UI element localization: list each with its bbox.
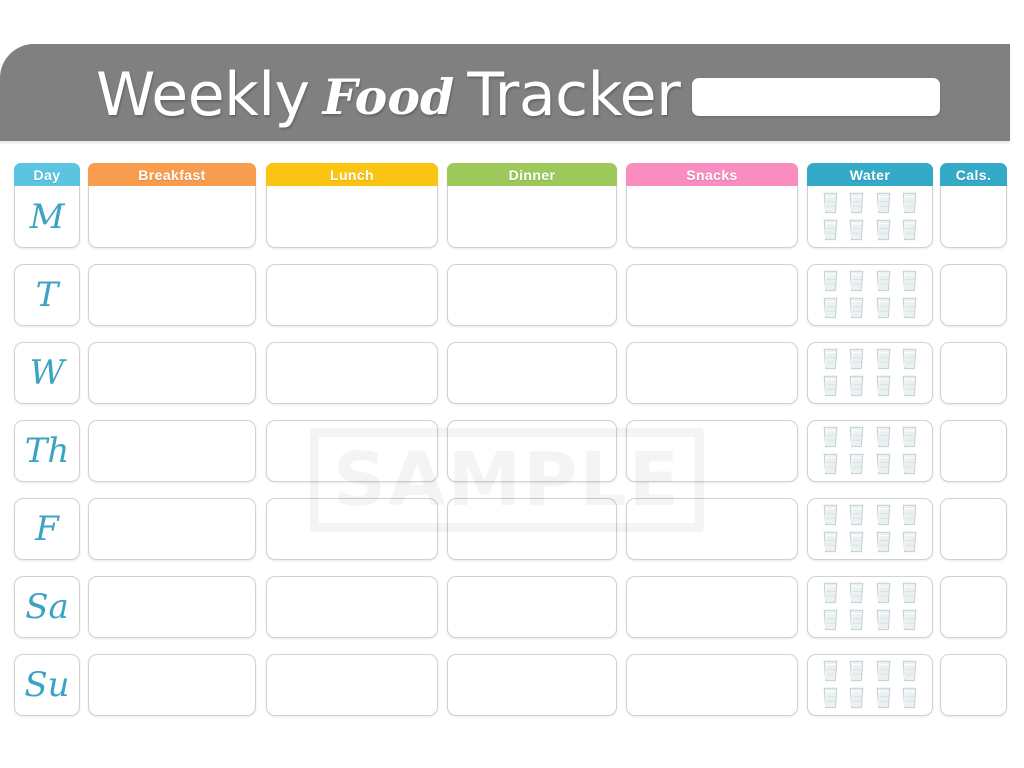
cell-cals-su[interactable] xyxy=(940,654,1007,716)
cell-cals-w[interactable] xyxy=(940,342,1007,404)
cell-snacks-su[interactable] xyxy=(626,654,798,716)
cell-dinner-w[interactable] xyxy=(447,342,617,404)
cell-lunch-f[interactable] xyxy=(266,498,438,560)
cell-breakfast-f[interactable] xyxy=(88,498,256,560)
column-header-label: Water xyxy=(849,166,891,183)
cell-day-th xyxy=(14,420,80,482)
cell-day-f xyxy=(14,498,80,560)
cell-cals-th[interactable] xyxy=(940,420,1007,482)
cell-snacks-w[interactable] xyxy=(626,342,798,404)
cell-dinner-f[interactable] xyxy=(447,498,617,560)
column-header-water: Water xyxy=(807,163,933,186)
cell-lunch-t[interactable] xyxy=(266,264,438,326)
cell-cals-f[interactable] xyxy=(940,498,1007,560)
tracker-grid: Day M T W Th F Sa Su Breakfast Lunch Dinner Snacks W… xyxy=(0,0,1024,768)
column-header-label: Breakfast xyxy=(138,166,206,183)
cell-lunch-th[interactable] xyxy=(266,420,438,482)
cell-day-w xyxy=(14,342,80,404)
cell-water-th[interactable] xyxy=(807,420,933,482)
cell-cals-sa[interactable] xyxy=(940,576,1007,638)
column-header-label: Day xyxy=(33,166,61,183)
cell-snacks-f[interactable] xyxy=(626,498,798,560)
cell-day-sa xyxy=(14,576,80,638)
cell-dinner-th[interactable] xyxy=(447,420,617,482)
column-header-snacks: Snacks xyxy=(626,163,798,186)
cell-lunch-w[interactable] xyxy=(266,342,438,404)
cell-day-t xyxy=(14,264,80,326)
column-header-lunch: Lunch xyxy=(266,163,438,186)
cell-breakfast-su[interactable] xyxy=(88,654,256,716)
cell-water-sa[interactable] xyxy=(807,576,933,638)
cell-breakfast-w[interactable] xyxy=(88,342,256,404)
cell-dinner-sa[interactable] xyxy=(447,576,617,638)
cell-snacks-sa[interactable] xyxy=(626,576,798,638)
cell-dinner-su[interactable] xyxy=(447,654,617,716)
column-header-breakfast: Breakfast xyxy=(88,163,256,186)
cell-water-f[interactable] xyxy=(807,498,933,560)
cell-breakfast-th[interactable] xyxy=(88,420,256,482)
column-header-day: Day xyxy=(14,163,80,186)
cell-dinner-t[interactable] xyxy=(447,264,617,326)
cell-lunch-sa[interactable] xyxy=(266,576,438,638)
cell-snacks-t[interactable] xyxy=(626,264,798,326)
cell-water-su[interactable] xyxy=(807,654,933,716)
cell-snacks-th[interactable] xyxy=(626,420,798,482)
cell-cals-t[interactable] xyxy=(940,264,1007,326)
cell-water-w[interactable] xyxy=(807,342,933,404)
cell-day-su xyxy=(14,654,80,716)
cell-water-t[interactable] xyxy=(807,264,933,326)
column-header-label: Dinner xyxy=(508,166,556,183)
column-header-label: Cals. xyxy=(955,166,992,183)
column-header-label: Lunch xyxy=(330,166,374,183)
cell-breakfast-sa[interactable] xyxy=(88,576,256,638)
column-header-dinner: Dinner xyxy=(447,163,617,186)
column-header-cals: Cals. xyxy=(940,163,1007,186)
column-header-label: Snacks xyxy=(686,166,738,183)
cell-breakfast-t[interactable] xyxy=(88,264,256,326)
cell-lunch-su[interactable] xyxy=(266,654,438,716)
food-tracker-page: Weekly Food Tracker Day M T W Th F Sa Su Breakfa… xyxy=(0,0,1024,768)
